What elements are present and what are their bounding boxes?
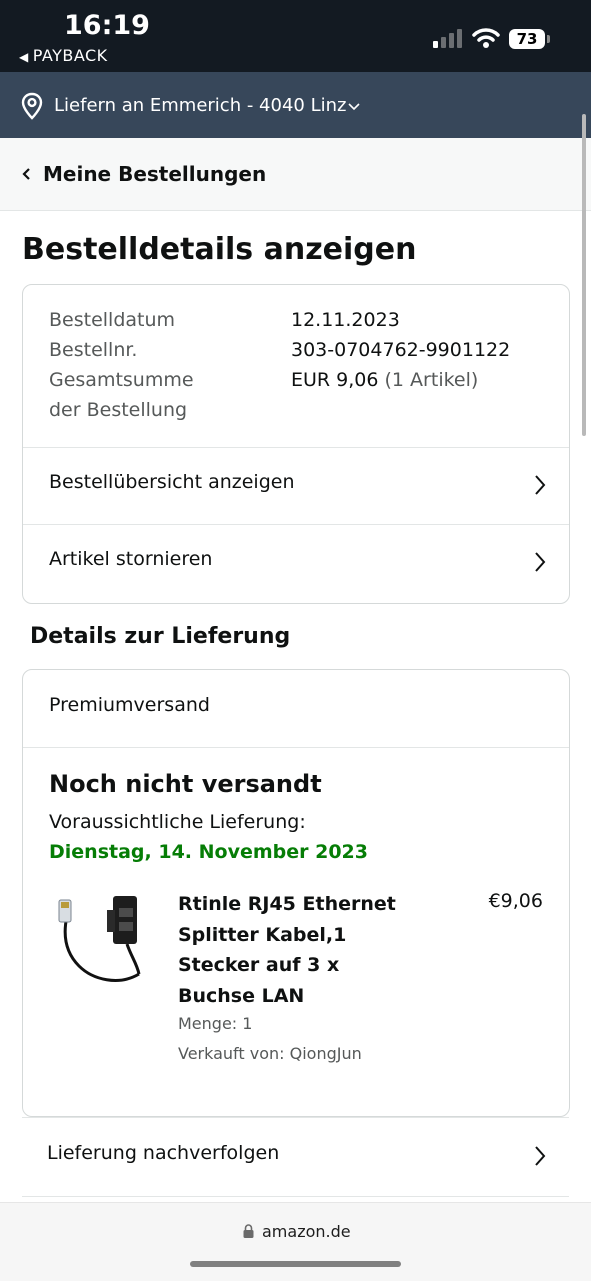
estimated-delivery-date: Dienstag, 14. November 2023 [49,841,368,863]
delivery-details-heading: Details zur Lieferung [30,624,291,649]
order-total-value: EUR 9,06 [291,369,379,391]
browser-address-bar[interactable]: amazon.de [0,1202,591,1281]
track-delivery-label: Lieferung nachverfolgen [47,1142,280,1164]
order-number-row: Bestellnr. 303-0704762-9901122 [49,335,510,365]
order-total-row: Gesamtsumme der Bestellung EUR 9,06 (1 A… [49,365,478,425]
divider [23,747,569,748]
order-total-label-line2: der Bestellung [49,399,188,421]
back-to-app-link[interactable]: ◀ PAYBACK [19,46,108,65]
order-number-value: 303-0704762-9901122 [291,339,511,361]
order-date-value: 12.11.2023 [291,309,400,331]
shipment-status: Noch nicht versandt [49,770,322,798]
home-indicator[interactable] [190,1261,401,1267]
battery-indicator: 73 [509,29,545,49]
order-total-value-wrap: EUR 9,06 (1 Artikel) [291,365,478,395]
view-order-summary-label: Bestellübersicht anzeigen [49,471,295,493]
chevron-right-icon [535,552,546,572]
chevron-right-icon [535,475,546,495]
location-pin-icon [21,92,43,120]
product-title-link[interactable]: Rtinle RJ45 Ethernet Splitter Kabel,1 St… [178,889,418,1011]
product-seller: Verkauft von: QiongJun [178,1044,362,1063]
order-number-label: Bestellnr. [49,339,138,361]
order-date-label: Bestelldatum [49,309,176,331]
chevron-right-icon [535,1146,546,1166]
delivery-address-text: Liefern an Emmerich - 4040 Linz [54,95,347,116]
view-order-summary-link[interactable]: Bestellübersicht anzeigen [23,447,569,523]
lock-icon [243,1224,254,1238]
cellular-signal-icon [433,29,462,48]
breadcrumb-label: Meine Bestellungen [43,162,267,186]
track-delivery-link[interactable]: Lieferung nachverfolgen [22,1117,569,1197]
browser-url: amazon.de [262,1222,351,1241]
battery-tip [547,35,550,43]
status-bar: 16:19 ◀ PAYBACK 73 [0,0,591,72]
cancel-items-link[interactable]: Artikel stornieren [23,524,569,600]
estimated-delivery-label: Voraussichtliche Lieferung: [49,811,306,833]
delivery-address-bar[interactable]: Liefern an Emmerich - 4040 Linz [0,72,591,138]
order-summary-card: Bestelldatum 12.11.2023 Bestellnr. 303-0… [22,284,570,604]
scrollbar[interactable] [582,114,586,436]
shipping-method: Premiumversand [49,694,210,716]
status-time: 16:19 [64,10,150,41]
product-quantity: Menge: 1 [178,1014,253,1033]
cancel-items-label: Artikel stornieren [49,548,213,570]
wifi-icon [472,28,500,48]
product-image[interactable] [49,894,149,994]
breadcrumb[interactable]: Meine Bestellungen [0,138,591,211]
product-price: €9,06 [488,890,543,912]
chevron-left-icon [22,168,30,180]
delivery-card: Premiumversand Noch nicht versandt Vorau… [22,669,570,1117]
order-date-row: Bestelldatum 12.11.2023 [49,305,400,335]
order-item-count: (1 Artikel) [384,369,479,391]
order-total-label-line1: Gesamtsumme [49,369,194,391]
back-triangle-icon: ◀ [19,50,29,64]
chevron-down-icon [348,103,360,111]
page-title: Bestelldetails anzeigen [22,232,417,267]
back-app-label: PAYBACK [32,46,108,65]
